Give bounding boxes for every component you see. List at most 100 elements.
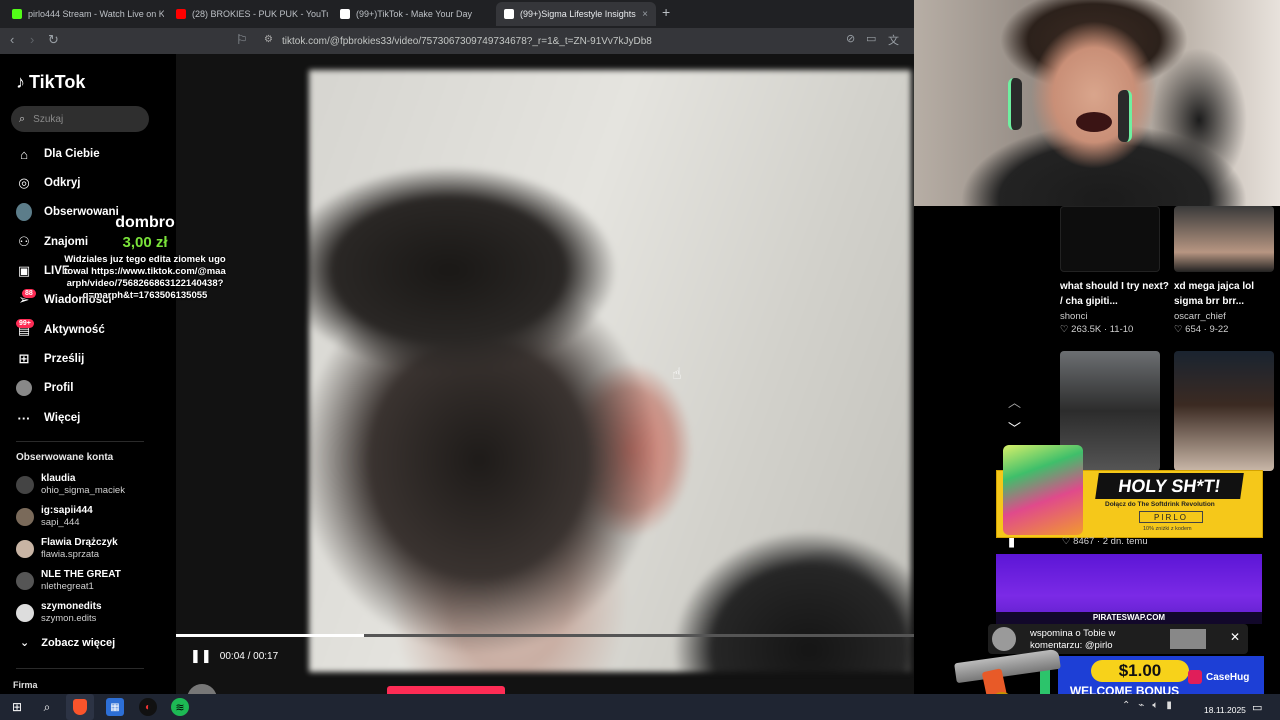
kick-icon bbox=[12, 9, 22, 19]
logo-text: TikTok bbox=[29, 72, 86, 92]
followed-account[interactable]: NLE THE GREAT nlethegreat1 bbox=[16, 567, 121, 595]
nav-wiecej[interactable]: ··· Więcej bbox=[16, 406, 81, 430]
notification-thumbnail bbox=[1170, 629, 1206, 649]
chevron-up-icon[interactable]: ⌃ bbox=[1122, 700, 1130, 711]
nav-live[interactable]: ▣ LIVE bbox=[16, 259, 70, 283]
avatar bbox=[16, 572, 34, 590]
battery-icon[interactable]: ▮ bbox=[1166, 700, 1172, 711]
tiktok-logo[interactable]: ♪ TikTok bbox=[16, 72, 85, 93]
nav-przeslij[interactable]: ⊞ Prześlij bbox=[16, 347, 85, 371]
video-frame[interactable] bbox=[309, 70, 911, 672]
donor-name: dombro bbox=[115, 214, 175, 231]
nav-dla-ciebie[interactable]: ⌂ Dla Ciebie bbox=[16, 142, 100, 166]
close-icon[interactable]: ✕ bbox=[1230, 630, 1240, 644]
video-thumbnail[interactable] bbox=[1174, 351, 1274, 471]
heart-icon: ♡ bbox=[1060, 324, 1072, 335]
brave-browser-icon[interactable] bbox=[66, 694, 94, 720]
nav-label: Aktywność bbox=[44, 324, 105, 336]
translate-icon[interactable]: 文 bbox=[888, 32, 899, 48]
video-user: oscarr_chief bbox=[1174, 311, 1226, 322]
nav-label: Prześlij bbox=[44, 353, 85, 365]
friends-icon: ⚇ bbox=[18, 234, 30, 249]
volume-icon[interactable]: 🔈︎ bbox=[1152, 700, 1158, 711]
system-tray: ⌃ ⌁ 🔈︎ ▮ bbox=[1122, 700, 1172, 711]
account-handle: szymon.edits bbox=[41, 613, 97, 624]
calculator-icon[interactable]: ▦ bbox=[106, 698, 124, 716]
back-icon[interactable]: ‹ bbox=[10, 32, 14, 47]
followed-account[interactable]: Flawia Drążczyk flawia.sprzata bbox=[16, 535, 118, 563]
hand-cursor-icon: ☝ bbox=[672, 366, 682, 383]
reload-icon[interactable]: ↻ bbox=[48, 32, 59, 48]
account-handle: flawia.sprzata bbox=[41, 549, 100, 560]
nav-label: Profil bbox=[44, 382, 74, 394]
footer-company[interactable]: Firma bbox=[13, 680, 38, 690]
tab-sigma-active[interactable]: (99+)Sigma Lifestyle Insights × bbox=[496, 2, 656, 26]
tab-tiktok[interactable]: (99+)TikTok - Make Your Day bbox=[332, 2, 492, 26]
upload-icon: ⊞ bbox=[18, 351, 30, 366]
chevron-up-icon[interactable]: ︿ bbox=[1008, 392, 1021, 411]
video-stats-text: 8467 · 2 dn. temu bbox=[1073, 536, 1148, 547]
see-more-button[interactable]: ⌄ Zobacz więcej bbox=[20, 636, 115, 650]
chevron-down-icon[interactable]: ﹀ bbox=[1008, 418, 1021, 437]
mention-notification[interactable]: wspomina o Tobie w komentarzu: @pirlo ✕ bbox=[988, 624, 1248, 654]
tab-label: (99+)Sigma Lifestyle Insights bbox=[520, 9, 636, 19]
bookmark-icon[interactable]: ⚐ bbox=[236, 32, 248, 48]
windows-start-icon[interactable]: ⊞ bbox=[8, 698, 26, 716]
search-icon[interactable]: ⌕ bbox=[38, 698, 56, 716]
followed-account[interactable]: szymonedits szymon.edits bbox=[16, 599, 102, 627]
followed-account[interactable]: klaudia ohio_sigma_maciek bbox=[16, 471, 125, 499]
search-input[interactable]: ⌕ Szukaj bbox=[11, 106, 149, 132]
casehug-logo-icon bbox=[1188, 670, 1202, 684]
video-stats-text: 263.5K · 11-10 bbox=[1071, 324, 1134, 335]
time-readout: 00:04 / 00:17 bbox=[219, 650, 279, 662]
more-icon: ··· bbox=[17, 410, 31, 426]
site-info-icon[interactable]: ⚙ bbox=[264, 34, 273, 45]
tab-youtube[interactable]: (28) BROKIES - PUK PUK - YouTube bbox=[168, 2, 328, 26]
donation-amount: 3,00 zł bbox=[122, 234, 168, 251]
brand-name: CaseHug bbox=[1206, 671, 1250, 683]
app-icon[interactable]: ◐ bbox=[139, 698, 157, 716]
divider bbox=[16, 441, 144, 442]
new-tab-button[interactable]: + bbox=[662, 4, 670, 20]
related-video-card[interactable]: what should I try next? / cha gipiti... … bbox=[1060, 206, 1170, 335]
nav-label: Więcej bbox=[44, 412, 81, 424]
account-handle: ohio_sigma_maciek bbox=[41, 485, 125, 496]
tab-kick[interactable]: pirlo444 Stream - Watch Live on Kick × bbox=[4, 2, 164, 26]
youtube-icon bbox=[176, 9, 186, 19]
spotify-icon[interactable]: ≋ bbox=[171, 698, 189, 716]
account-name: Flawia Drążczyk bbox=[41, 537, 118, 548]
video-thumbnail bbox=[1060, 206, 1160, 272]
nav-profil[interactable]: Profil bbox=[16, 376, 73, 400]
home-icon: ⌂ bbox=[20, 146, 28, 162]
bonus-amount: $1.00 bbox=[1091, 660, 1189, 682]
video-user: shonci bbox=[1060, 311, 1088, 322]
network-icon[interactable]: ⌁ bbox=[1138, 700, 1144, 711]
account-name: klaudia bbox=[41, 473, 76, 484]
nav-odkryj[interactable]: ◎ Odkryj bbox=[16, 171, 80, 195]
tab-label: (28) BROKIES - PUK PUK - YouTube bbox=[192, 9, 328, 19]
activity-badge: 99+ bbox=[16, 319, 34, 328]
forward-icon[interactable]: › bbox=[30, 32, 34, 47]
followed-account[interactable]: ig:sapii444 sapi_444 bbox=[16, 503, 93, 531]
follow-button[interactable] bbox=[387, 686, 505, 694]
close-tab-icon[interactable]: × bbox=[642, 9, 648, 20]
live-icon: ▣ bbox=[17, 263, 31, 278]
donation-alert: dombro 3,00 zł Widziales juz tego edita … bbox=[64, 214, 226, 302]
ad-subline: Dołącz do The Softdrink Revolution bbox=[1105, 501, 1215, 508]
headset-icon bbox=[1008, 78, 1022, 130]
related-video-card[interactable]: xd mega jajca lol sigma brr brr... oscar… bbox=[1174, 206, 1280, 335]
notifications-icon[interactable]: ▭ bbox=[1252, 701, 1262, 714]
cast-icon[interactable]: ▭ bbox=[866, 32, 876, 45]
tracking-icon[interactable]: ⊘ bbox=[846, 32, 855, 45]
tiktok-icon bbox=[504, 9, 514, 19]
windows-taskbar bbox=[0, 694, 1280, 720]
profile-icon bbox=[16, 380, 32, 396]
search-placeholder: Szukaj bbox=[33, 113, 64, 125]
avatar bbox=[16, 540, 34, 558]
promo-code: PIRLO bbox=[1139, 511, 1203, 523]
chevron-down-icon: ⌄ bbox=[20, 637, 30, 649]
taskbar-date[interactable]: 18.11.2025 bbox=[1204, 705, 1246, 715]
pause-icon[interactable]: ❚❚ bbox=[190, 648, 212, 664]
messages-badge: 88 bbox=[22, 289, 36, 298]
url-field[interactable]: tiktok.com/@fpbrokies33/video/7573067309… bbox=[258, 28, 912, 54]
